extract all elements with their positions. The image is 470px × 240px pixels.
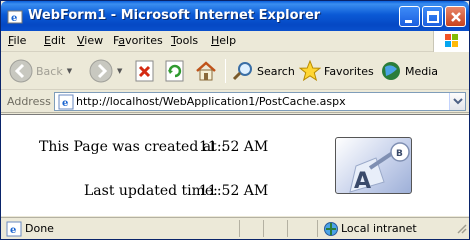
search-button[interactable]: Search (232, 57, 295, 85)
address-url: http://localhost/WebApplication1/PostCac… (76, 95, 346, 108)
chevron-down-icon (453, 98, 463, 105)
back-dropdown-icon[interactable]: ▼ (67, 67, 72, 75)
menu-bar: File Edit View Favorites Tools Help (1, 31, 469, 52)
title-bar[interactable]: e WebForm1 - Microsoft Internet Explorer (1, 1, 469, 31)
menu-help[interactable]: Help (211, 34, 236, 47)
maximize-icon (427, 11, 439, 23)
forward-button[interactable]: ▼ (89, 57, 122, 85)
page-icon: e (58, 94, 74, 113)
svg-text:e: e (10, 225, 16, 236)
svg-text:e: e (62, 98, 68, 109)
created-time: 11:52 AM (199, 139, 269, 155)
home-icon (196, 61, 216, 81)
forward-dropdown-icon[interactable]: ▼ (117, 67, 122, 75)
svg-text:B: B (396, 149, 403, 159)
intranet-icon (323, 221, 339, 240)
maximize-button[interactable] (422, 6, 443, 27)
address-bar: Address e http://localhost/WebApplicatio… (1, 91, 469, 113)
minimize-icon (405, 20, 412, 23)
forward-arrow-icon (89, 59, 113, 83)
status-text: Done (25, 222, 54, 235)
browser-window: e WebForm1 - Microsoft Internet Explorer… (0, 0, 470, 240)
address-dropdown-button[interactable] (449, 93, 465, 110)
menu-tools[interactable]: Tools (171, 34, 198, 47)
stop-icon (135, 60, 154, 82)
menu-edit[interactable]: Edit (44, 34, 65, 47)
status-pane (287, 220, 307, 237)
media-button[interactable]: Media (380, 57, 438, 85)
minimize-button[interactable] (399, 6, 420, 27)
back-arrow-icon (9, 59, 33, 83)
menu-favorites[interactable]: Favorites (113, 34, 163, 47)
standard-toolbar: Back ▼ ▼ Search Favorites Media (1, 53, 469, 90)
status-bar: e Done Local intranet (1, 217, 469, 239)
favorites-star-icon (299, 60, 321, 82)
search-icon (232, 62, 252, 81)
close-button[interactable] (445, 6, 466, 27)
refresh-icon (165, 60, 184, 82)
address-label: Address (7, 95, 51, 108)
toolbar-separator (225, 59, 226, 83)
refresh-button[interactable] (164, 57, 186, 85)
window-title: WebForm1 - Microsoft Internet Explorer (28, 8, 321, 23)
status-pane (263, 220, 283, 237)
address-input[interactable]: e http://localhost/WebApplication1/PostC… (54, 92, 466, 111)
stop-button[interactable] (134, 57, 156, 85)
home-button[interactable] (194, 57, 218, 85)
status-zone: Local intranet (341, 222, 417, 235)
windows-logo-icon (433, 31, 469, 52)
resize-grip-icon[interactable] (455, 222, 467, 237)
back-button[interactable]: Back ▼ (9, 57, 72, 85)
ab-image: A B (335, 137, 412, 194)
created-label: This Page was created at : (39, 139, 226, 155)
updated-label: Last updated time: (84, 183, 218, 199)
page-done-icon: e (6, 221, 22, 240)
svg-text:A: A (354, 169, 371, 194)
svg-text:e: e (11, 13, 17, 24)
status-pane (239, 220, 259, 237)
menu-file[interactable]: File (8, 34, 26, 47)
close-icon (451, 12, 461, 22)
favorites-button[interactable]: Favorites (299, 57, 374, 85)
page-content: This Page was created at : 11:52 AM Last… (1, 114, 469, 216)
updated-time: 11:52 AM (199, 183, 269, 199)
menu-view[interactable]: View (77, 34, 103, 47)
ie-logo-icon: e (7, 9, 23, 25)
media-icon (382, 62, 400, 80)
